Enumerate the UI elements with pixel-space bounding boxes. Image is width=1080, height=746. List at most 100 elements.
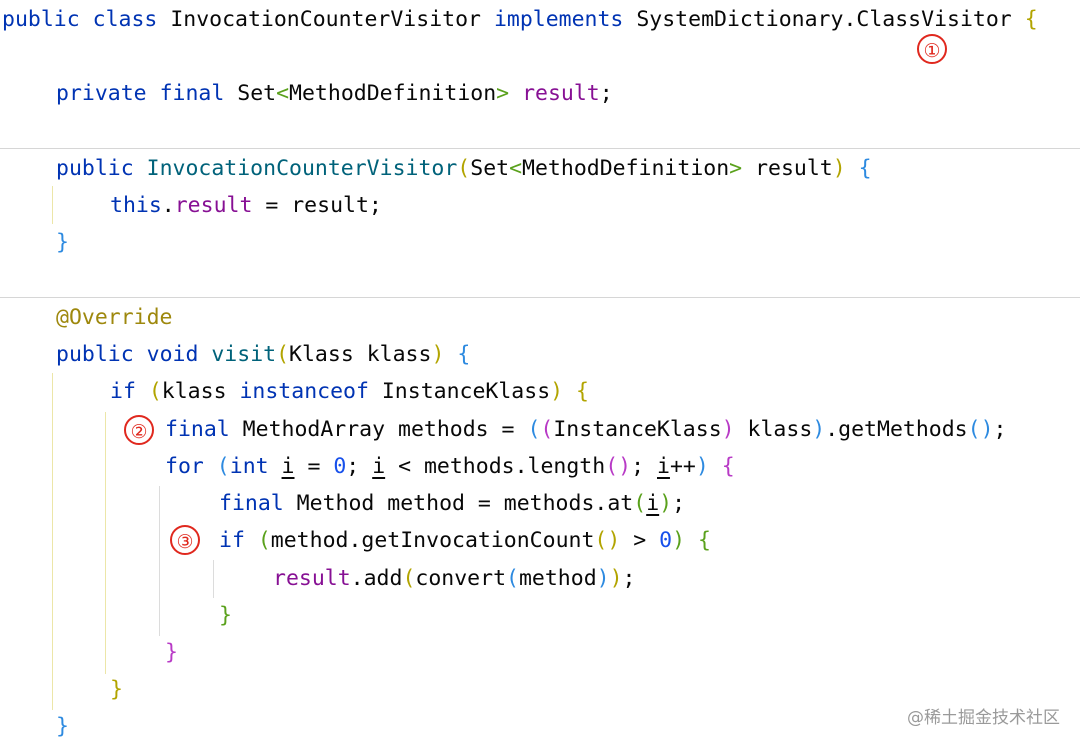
field-result: result [273,566,351,591]
paren-open: ( [506,566,519,591]
indent-guide [105,412,106,674]
code-line-method-at: final Method method = methods.at(i); [219,485,685,522]
keyword-private: private [56,81,147,106]
keyword-class: class [92,7,158,32]
loop-var: i [281,454,295,479]
paren-close: ) [659,491,673,516]
call-get-invocation-count: method.getInvocationCount [270,528,595,553]
params: Klass klass [289,342,432,367]
code-line-closing-brace: } [56,708,69,745]
paren-close: ) [596,566,610,591]
code-line-visit-method: public void visit(Klass klass) { [56,336,470,373]
keyword-public: public [56,156,134,181]
brace-open: { [576,379,589,404]
annotation-marker-3: ③ [170,525,200,555]
keyword-if: if [110,379,136,404]
code-line-result-add: result.add(convert(method)); [273,560,636,597]
method-visit: visit [211,342,277,367]
code-block-separator [0,297,1080,298]
brace-open: { [1024,7,1038,32]
arg-method: method [518,566,597,591]
brace-open: { [721,454,735,479]
keyword-int: int [229,454,269,479]
brace-close: } [110,677,123,702]
code-fragment: ++ [669,454,696,479]
interface-outer: SystemDictionary [636,7,844,32]
type-method-definition: MethodDefinition [289,81,497,106]
paren-close: ) [607,528,621,553]
paren-open: ( [216,454,230,479]
paren-close: ) [721,417,735,442]
paren-open: ( [402,566,416,591]
declaration: Method method = methods.at [283,491,634,516]
code-fragment: ; [346,454,373,479]
code-fragment: = [294,454,334,479]
annotation-marker-2: ② [124,415,154,445]
keyword-final: final [159,81,225,106]
paren-open: ( [457,156,471,181]
angle-open: < [509,156,523,181]
semicolon: ; [672,491,686,516]
call-add: .add [350,566,403,591]
code-line-for-loop: for (int i = 0; i < methods.length(); i+… [165,448,735,485]
expr-right: InstanceKlass [368,379,551,404]
constructor-name: InvocationCounterVisitor [146,156,458,181]
loop-var: i [372,454,386,479]
brace-close: } [56,230,69,255]
paren-close: ) [980,417,994,442]
indent-guide [52,186,53,224]
paren-close: ) [431,342,445,367]
code-line-assignment: this.result = result; [110,193,382,218]
semicolon: ; [622,566,636,591]
keyword-if: if [219,528,245,553]
field-result: result [174,193,253,218]
paren-open: ( [527,417,541,442]
code-block-separator [0,148,1080,149]
keyword-instanceof: instanceof [239,379,369,404]
cast-type: InstanceKlass [553,417,722,442]
code-line-field-declaration: private final Set<MethodDefinition> resu… [56,75,613,112]
annotation-override: @Override [56,305,173,330]
angle-close: > [729,156,743,181]
paren-open: ( [967,417,981,442]
code-line-if-invocation-count: if (method.getInvocationCount() > 0) { [219,522,711,559]
type-set: Set [470,156,510,181]
interface-inner: ClassVisitor [856,7,1012,32]
code-line-constructor: public InvocationCounterVisitor(Set<Meth… [56,150,872,187]
paren-open: ( [148,379,162,404]
brace-open: { [698,528,711,553]
field-result: result [522,81,600,106]
assignment-rest: = result; [252,193,382,218]
number-zero: 0 [659,528,673,553]
keyword-final: final [219,491,284,516]
expr-left: klass [161,379,240,404]
call-get-methods: .getMethods [825,417,968,442]
semicolon: ; [599,81,613,106]
code-fragment: > [620,528,660,553]
type-method-definition: MethodDefinition [522,156,730,181]
keyword-final: final [165,417,230,442]
watermark: @稀土掘金技术社区 [907,708,1060,728]
paren-close: ) [672,528,686,553]
code-line-annotation: @Override [56,299,173,336]
call-convert: convert [415,566,507,591]
keyword-void: void [146,342,199,367]
class-name: InvocationCounterVisitor [170,7,481,32]
indent-guide [213,560,214,598]
paren-open: ( [594,528,608,553]
keyword-for: for [165,454,204,479]
paren-close: ) [812,417,826,442]
indent-guide [52,373,53,710]
paren-close: ) [695,454,709,479]
code-line-closing-brace: } [219,597,232,634]
paren-close: ) [550,379,564,404]
code-fragment: < methods.length [385,454,606,479]
brace-close: } [165,640,178,665]
keyword-implements: implements [493,7,624,32]
brace-close: } [56,714,69,739]
paren-open: ( [540,417,554,442]
keyword-public: public [56,342,134,367]
indent-guide [159,486,160,636]
paren-close: ) [609,566,623,591]
brace-open: { [457,342,471,367]
